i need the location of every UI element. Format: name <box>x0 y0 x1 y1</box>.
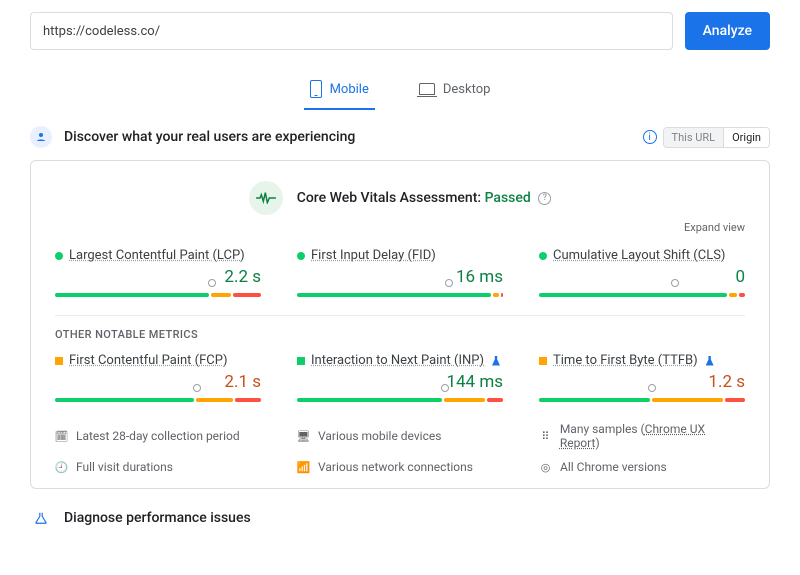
desktop-icon <box>419 83 435 95</box>
status-square-icon <box>539 357 547 365</box>
foot-network: Various network connections <box>318 460 473 474</box>
info-icon[interactable]: i <box>643 130 657 144</box>
tab-mobile[interactable]: Mobile <box>304 72 375 110</box>
marker-icon <box>193 384 201 392</box>
metric-inp-name[interactable]: Interaction to Next Paint (INP) <box>311 353 484 368</box>
metric-fcp-bar <box>55 398 261 402</box>
metric-fid-value: 16 ms <box>297 267 503 287</box>
metric-lcp: Largest Contentful Paint (LCP) 2.2 s <box>55 248 261 297</box>
foot-period: Latest 28-day collection period <box>76 429 240 443</box>
cwv-label: Core Web Vitals Assessment: <box>297 190 485 206</box>
marker-icon <box>445 279 453 287</box>
marker-icon <box>208 279 216 287</box>
scope-this-url[interactable]: This URL <box>664 128 724 147</box>
tab-desktop-label: Desktop <box>443 82 491 97</box>
metric-lcp-name[interactable]: Largest Contentful Paint (LCP) <box>69 248 245 263</box>
metric-cls-bar <box>539 293 745 297</box>
section-title: Discover what your real users are experi… <box>64 129 643 145</box>
analyze-button[interactable]: Analyze <box>685 12 770 50</box>
cwv-text: Core Web Vitals Assessment: Passed ? <box>297 190 552 206</box>
foot-duration: Full visit durations <box>76 460 173 474</box>
experimental-icon <box>706 356 714 366</box>
tab-mobile-label: Mobile <box>330 82 369 97</box>
experimental-icon <box>492 356 500 366</box>
lab-icon <box>30 507 52 529</box>
metric-inp-value: 144 ms <box>297 372 503 392</box>
metric-inp: Interaction to Next Paint (INP) 144 ms <box>297 353 503 402</box>
field-data-header: Discover what your real users are experi… <box>30 126 770 148</box>
marker-icon <box>648 384 656 392</box>
metric-lcp-bar <box>55 293 261 297</box>
metric-fcp-name[interactable]: First Contentful Paint (FCP) <box>69 353 228 368</box>
filter-group: i This URL Origin <box>643 127 770 148</box>
metric-inp-bar <box>297 398 503 402</box>
metric-fcp-value: 2.1 s <box>55 372 261 392</box>
metric-fid: First Input Delay (FID) 16 ms <box>297 248 503 297</box>
metric-fid-name[interactable]: First Input Delay (FID) <box>311 248 436 263</box>
vitals-icon <box>249 181 283 215</box>
devices-icon: 🖥 <box>297 430 310 443</box>
metric-lcp-value: 2.2 s <box>55 267 261 287</box>
user-icon <box>30 126 52 148</box>
metric-cls: Cumulative Layout Shift (CLS) 0 <box>539 248 745 297</box>
clock-icon: 🕘 <box>55 461 68 474</box>
cwv-assessment: Core Web Vitals Assessment: Passed ? <box>55 181 745 215</box>
url-input[interactable] <box>30 12 673 50</box>
calendar-icon: 🗓 <box>55 430 68 443</box>
help-icon[interactable]: ? <box>538 192 551 205</box>
metric-cls-value: 0 <box>539 267 745 287</box>
metric-ttfb-value: 1.2 s <box>539 372 745 392</box>
marker-icon <box>441 384 449 392</box>
chrome-icon: ◎ <box>539 461 552 474</box>
cwv-status: Passed <box>485 190 531 206</box>
metric-cls-name[interactable]: Cumulative Layout Shift (CLS) <box>553 248 725 263</box>
search-row: Analyze <box>30 12 770 50</box>
tab-desktop[interactable]: Desktop <box>413 72 497 110</box>
core-metrics-grid: Largest Contentful Paint (LCP) 2.2 s Fir… <box>55 248 745 297</box>
foot-devices: Various mobile devices <box>318 429 441 443</box>
expand-view-link[interactable]: Expand view <box>55 221 745 234</box>
metric-ttfb-bar <box>539 398 745 402</box>
metric-ttfb: Time to First Byte (TTFB) 1.2 s <box>539 353 745 402</box>
foot-versions: All Chrome versions <box>560 460 667 474</box>
device-tabs: Mobile Desktop <box>30 72 770 110</box>
divider <box>55 315 745 316</box>
status-dot-icon <box>539 252 547 260</box>
footnotes: 🗓 Latest 28-day collection period 🖥 Variou… <box>55 422 745 474</box>
other-metrics-heading: OTHER NOTABLE METRICS <box>55 328 745 341</box>
other-metrics-grid: First Contentful Paint (FCP) 2.1 s Inter… <box>55 353 745 402</box>
wifi-icon: 📶 <box>297 461 310 474</box>
mobile-icon <box>310 80 322 98</box>
metric-ttfb-name[interactable]: Time to First Byte (TTFB) <box>553 353 698 368</box>
diagnose-header: Diagnose performance issues <box>30 507 770 529</box>
foot-samples: Many samples (Chrome UX Report) <box>560 422 745 450</box>
status-dot-icon <box>297 252 305 260</box>
diagnose-title: Diagnose performance issues <box>64 510 770 526</box>
field-data-card: Core Web Vitals Assessment: Passed ? Exp… <box>30 160 770 489</box>
scope-segmented: This URL Origin <box>663 127 770 148</box>
scope-origin[interactable]: Origin <box>723 128 769 147</box>
marker-icon <box>671 279 679 287</box>
status-square-icon <box>297 357 305 365</box>
status-dot-icon <box>55 252 63 260</box>
metric-fcp: First Contentful Paint (FCP) 2.1 s <box>55 353 261 402</box>
samples-icon: ⠿ <box>539 430 552 443</box>
status-square-icon <box>55 357 63 365</box>
metric-fid-bar <box>297 293 503 297</box>
